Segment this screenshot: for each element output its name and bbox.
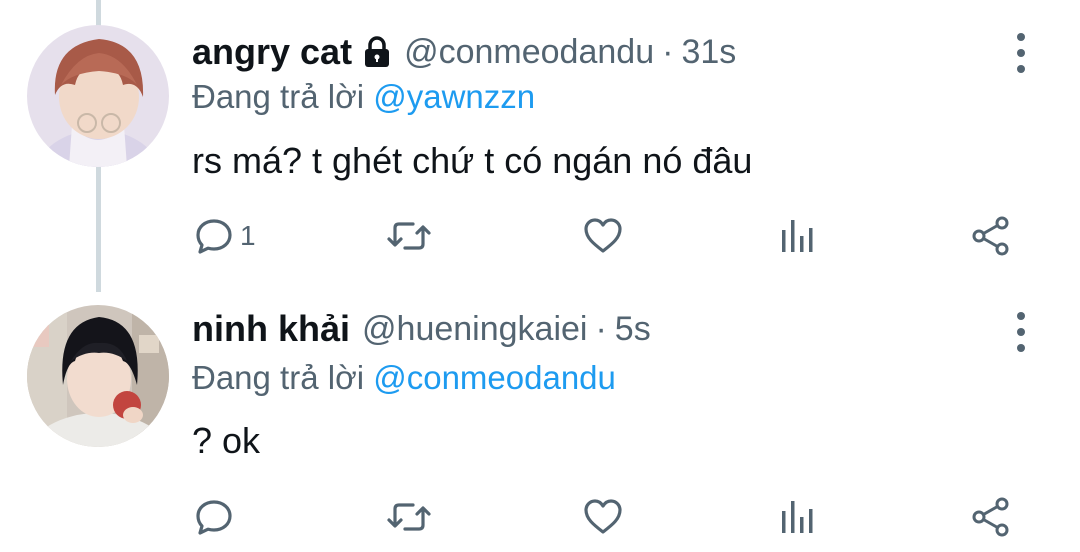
replying-to: Đang trả lời @conmeodandu — [192, 359, 616, 397]
retweet-icon — [387, 503, 431, 531]
like-button[interactable] — [582, 492, 624, 542]
analytics-icon — [782, 220, 813, 252]
share-button[interactable] — [970, 492, 1012, 542]
tweet-actions: 1 — [0, 211, 1080, 261]
separator: · — [662, 32, 674, 71]
share-button[interactable] — [970, 211, 1012, 261]
reply-count: 1 — [240, 220, 256, 251]
user-handle[interactable]: @hueningkaiei — [362, 310, 587, 349]
display-name[interactable]: angry cat — [192, 31, 352, 73]
timestamp[interactable]: 31s — [681, 33, 736, 72]
retweet-button[interactable] — [385, 211, 433, 261]
replying-prefix: Đang trả lời — [192, 78, 365, 115]
timestamp[interactable]: 5s — [615, 310, 651, 349]
avatar[interactable] — [27, 25, 169, 167]
heart-icon — [584, 218, 622, 253]
tweet-header: ninh khải @hueningkaiei · 5s — [192, 308, 651, 350]
tweet-text: ? ok — [192, 420, 261, 461]
separator: · — [595, 309, 607, 348]
display-name[interactable]: ninh khải — [192, 308, 350, 350]
tweet[interactable]: angry cat @conmeodandu · 31s Đang trả lờ… — [0, 0, 1080, 292]
reply-button[interactable]: 1 — [194, 211, 256, 261]
lock-icon — [362, 35, 392, 69]
replying-prefix: Đang trả lời — [192, 359, 365, 396]
tweet-header: angry cat @conmeodandu · 31s — [192, 31, 736, 73]
reply-icon — [196, 219, 232, 254]
avatar[interactable] — [27, 305, 169, 447]
reply-icon — [196, 500, 232, 535]
replying-to: Đang trả lời @yawnzzn — [192, 78, 535, 116]
user-handle[interactable]: @conmeodandu — [404, 33, 654, 72]
share-icon — [972, 216, 1009, 256]
more-options-icon[interactable] — [1008, 312, 1034, 352]
analytics-button[interactable] — [778, 492, 818, 542]
heart-icon — [584, 499, 622, 534]
analytics-icon — [782, 501, 813, 533]
analytics-button[interactable] — [778, 211, 818, 261]
share-icon — [972, 497, 1009, 537]
tweet-actions — [0, 492, 1080, 542]
more-options-icon[interactable] — [1008, 33, 1034, 73]
replying-to-handle[interactable]: @yawnzzn — [373, 78, 535, 115]
replying-to-handle[interactable]: @conmeodandu — [373, 359, 616, 396]
like-button[interactable] — [582, 211, 624, 261]
reply-button[interactable] — [194, 492, 240, 542]
retweet-icon — [387, 222, 431, 250]
retweet-button[interactable] — [385, 492, 433, 542]
tweet[interactable]: ninh khải @hueningkaiei · 5s Đang trả lờ… — [0, 292, 1080, 552]
tweet-text: rs má? t ghét chứ t có ngán nó đâu — [192, 140, 753, 181]
